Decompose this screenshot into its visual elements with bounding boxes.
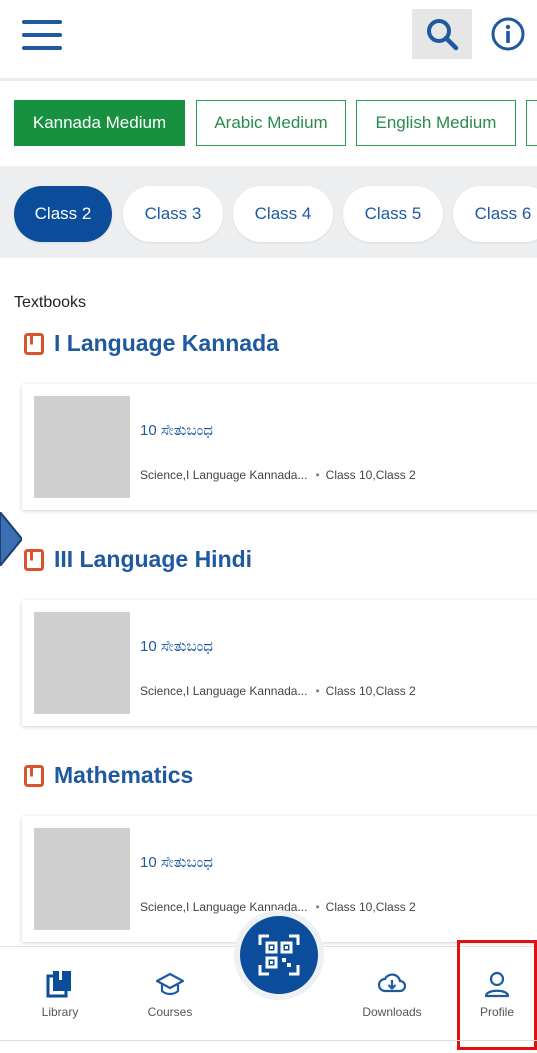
book-card[interactable]: 10 ಸೇತುಬಂಧ Science,I Language Kannada...… (22, 384, 537, 510)
courses-icon (155, 972, 185, 996)
book-thumbnail (34, 396, 130, 498)
library-icon (46, 971, 71, 998)
info-icon (491, 17, 525, 51)
download-icon (377, 973, 407, 993)
book-meta: Science,I Language Kannada... • Class 10,C… (140, 468, 416, 482)
book-icon (24, 548, 44, 571)
nav-library[interactable]: Library (20, 969, 100, 1019)
book-grades: Class 10,Class 2 (325, 684, 416, 698)
nav-library-label: Library (41, 1005, 79, 1019)
book-grades: Class 10,Class 2 (325, 900, 416, 914)
search-icon (427, 19, 459, 51)
subject-title: Mathematics (54, 762, 194, 788)
nav-downloads-label: Downloads (362, 1005, 422, 1019)
book-subjects: Science,I Language Kannada... (140, 684, 308, 698)
medium-chip-arabic[interactable]: Arabic Medium (196, 100, 346, 146)
menu-icon[interactable] (22, 20, 62, 50)
qr-scan-icon (258, 934, 300, 976)
subject-title: III Language Hindi (54, 546, 253, 572)
subject-heading-mathematics[interactable]: Mathematics (24, 762, 193, 789)
book-thumbnail (34, 612, 130, 714)
book-title: 10 ಸೇತುಬಂಧ (140, 422, 213, 439)
info-button[interactable] (488, 14, 528, 54)
book-grades: Class 10,Class 2 (325, 468, 416, 482)
subject-heading-kannada[interactable]: I Language Kannada (24, 330, 279, 357)
class-pill-5[interactable]: Class 5 (343, 186, 443, 242)
nav-courses[interactable]: Courses (130, 969, 210, 1019)
qr-scan-button[interactable] (234, 910, 324, 1000)
class-filter-bar: Class 2 Class 3 Class 4 Class 5 Class 6 (0, 166, 537, 258)
arrow-right-icon (0, 512, 22, 566)
book-thumbnail (34, 828, 130, 930)
class-pill-2[interactable]: Class 2 (14, 186, 112, 242)
bottom-divider (0, 1040, 537, 1041)
medium-filter-bar: Kannada Medium Arabic Medium English Med… (0, 90, 537, 160)
book-title: 10 ಸೇತುಬಂಧ (140, 638, 213, 655)
medium-chip-kannada[interactable]: Kannada Medium (14, 100, 185, 146)
subject-heading-hindi[interactable]: III Language Hindi (24, 546, 252, 573)
nav-courses-label: Courses (147, 1005, 193, 1019)
class-pill-6[interactable]: Class 6 (453, 186, 537, 242)
search-button[interactable] (412, 9, 472, 59)
book-meta: Science,I Language Kannada... • Class 10,C… (140, 684, 416, 698)
nav-downloads[interactable]: Downloads (352, 969, 432, 1019)
medium-chip-next[interactable] (526, 100, 537, 146)
class-pill-3[interactable]: Class 3 (123, 186, 223, 242)
medium-chip-english[interactable]: English Medium (356, 100, 516, 146)
subject-title: I Language Kannada (54, 330, 279, 356)
profile-highlight-box (457, 940, 537, 1050)
book-icon (24, 764, 44, 787)
class-pill-4[interactable]: Class 4 (233, 186, 333, 242)
top-app-bar (0, 0, 537, 81)
book-icon (24, 332, 44, 355)
book-subjects: Science,I Language Kannada... (140, 468, 308, 482)
section-label-textbooks: Textbooks (14, 294, 87, 311)
book-card[interactable]: 10 ಸೇತುಬಂಧ Science,I Language Kannada...… (22, 600, 537, 726)
book-title: 10 ಸೇತುಬಂಧ (140, 854, 213, 871)
